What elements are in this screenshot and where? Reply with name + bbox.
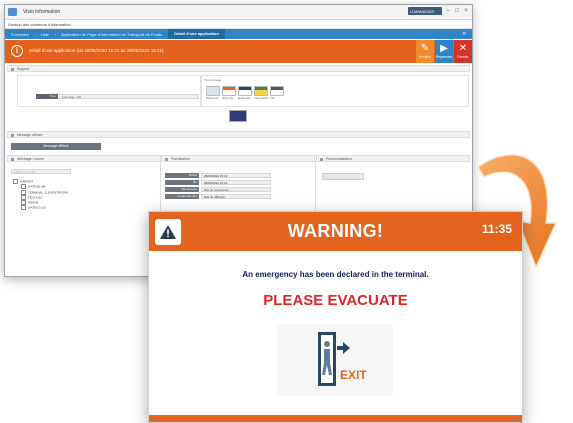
thumb-welcome[interactable] [206,86,220,96]
play-icon: ▶ [440,43,448,54]
thumb-evacuate[interactable] [238,86,252,96]
edit-button[interactable]: ✎ Modifier [416,40,434,63]
behaviour-label: Comportement d'affichage [165,194,199,203]
type-panel: Type Full page - FR [17,75,201,107]
close-icon: ✕ [458,43,468,54]
menu-bar: Gestion des contenus d'information [5,20,472,29]
evacuate-instruction: PLEASE EVACUATE [263,292,408,309]
behaviour-field[interactable]: Pas de diffusion [201,194,271,199]
breadcrumb-current: Détail d'une application [168,29,225,39]
minimize-button[interactable]: – [445,7,451,15]
zone-tree: AIRPORT GATE-B1-B4 TERMINAL_2_EVENTROOM … [13,179,68,211]
close-window-button[interactable]: × [463,7,469,15]
start-label: Début [165,173,199,178]
close-label: Fermer [457,55,469,59]
detail-header: i Détail d'une application (du 28/05/202… [5,40,472,63]
maximize-button[interactable]: □ [454,7,460,15]
end-label: Fin [165,180,199,185]
resume-label: Reprendre [435,55,453,59]
thumb-caption: Info [270,96,276,100]
exit-icon [318,332,350,386]
tree-item[interactable]: GATE-C1-C6 [13,205,68,211]
exit-label: EXIT [340,368,367,382]
model-panel: Type of page Welcome Warning Evacuate In… [201,75,469,107]
collapse-icon[interactable]: « [463,29,466,39]
close-detail-button[interactable]: ✕ Fermer [454,40,472,63]
thumb-caption: Information [254,96,270,100]
thumb-info[interactable] [270,86,284,96]
thumb-information[interactable] [254,86,268,96]
start-field[interactable]: 28/05/2020 15:21 [201,173,271,178]
recurrence-field[interactable]: Pas de récurrence [201,187,271,192]
type-select[interactable]: Full page - FR [59,94,199,99]
resume-button[interactable]: ▶ Reprendre [435,40,453,63]
warning-screen-preview: WARNING! 11:35 An emergency has been dec… [148,211,523,423]
app-icon [8,8,17,16]
checkbox[interactable] [13,179,18,184]
type-label: Type [36,94,58,99]
warning-header: WARNING! 11:35 [149,212,522,251]
title-bar: Visio Information U.MANAGER – □ × [5,5,472,20]
section-support[interactable]: Support [7,65,470,72]
emergency-message: An emergency has been declared in the te… [242,270,429,279]
menu-item-gestion[interactable]: Gestion des contenus d'information [8,22,71,27]
zone-filter-input[interactable]: Filtrer les zones [11,169,71,174]
window-title: Visio Information [23,9,61,15]
section-message[interactable]: Message diffusé [7,131,470,138]
pencil-icon: ✎ [420,43,430,54]
breadcrumb-item[interactable]: Liste [35,32,57,37]
info-icon: i [11,45,23,57]
selected-template-preview [229,110,247,122]
checkbox[interactable] [21,200,26,206]
checkbox[interactable] [21,205,26,211]
thumb-caption: Evacuate [238,96,251,100]
breadcrumb: Exemples Liste Application de Page d'Inf… [5,29,472,39]
checkbox[interactable] [21,184,26,190]
clock-time: 11:35 [481,222,512,236]
user-menu[interactable]: U.MANAGER [408,7,442,15]
custom-toggle[interactable] [322,173,364,180]
warning-title: WARNING! [287,221,384,241]
thumb-caption: Warning [222,96,234,100]
model-label: Type of page [204,78,222,82]
message-button[interactable]: Message diffusé [11,143,101,150]
thumb-caption: Welcome [206,96,219,100]
exit-sign: EXIT [277,324,393,396]
checkbox[interactable] [21,189,26,195]
end-field[interactable]: 28/05/2222 15:21 [201,180,271,185]
zones-pane: Filtrer les zones AIRPORT GATE-B1-B4 TER… [7,161,161,271]
detail-title: Détail d'une application (du 28/05/2020 … [29,48,164,53]
recurrence-label: Récurrence [165,187,199,192]
breadcrumb-item[interactable]: Application de Page d'Information de Tra… [55,32,169,37]
checkbox[interactable] [21,194,26,200]
breadcrumb-item[interactable]: Exemples [5,32,35,37]
edit-label: Modifier [418,55,432,59]
thumb-warning[interactable] [222,86,236,96]
